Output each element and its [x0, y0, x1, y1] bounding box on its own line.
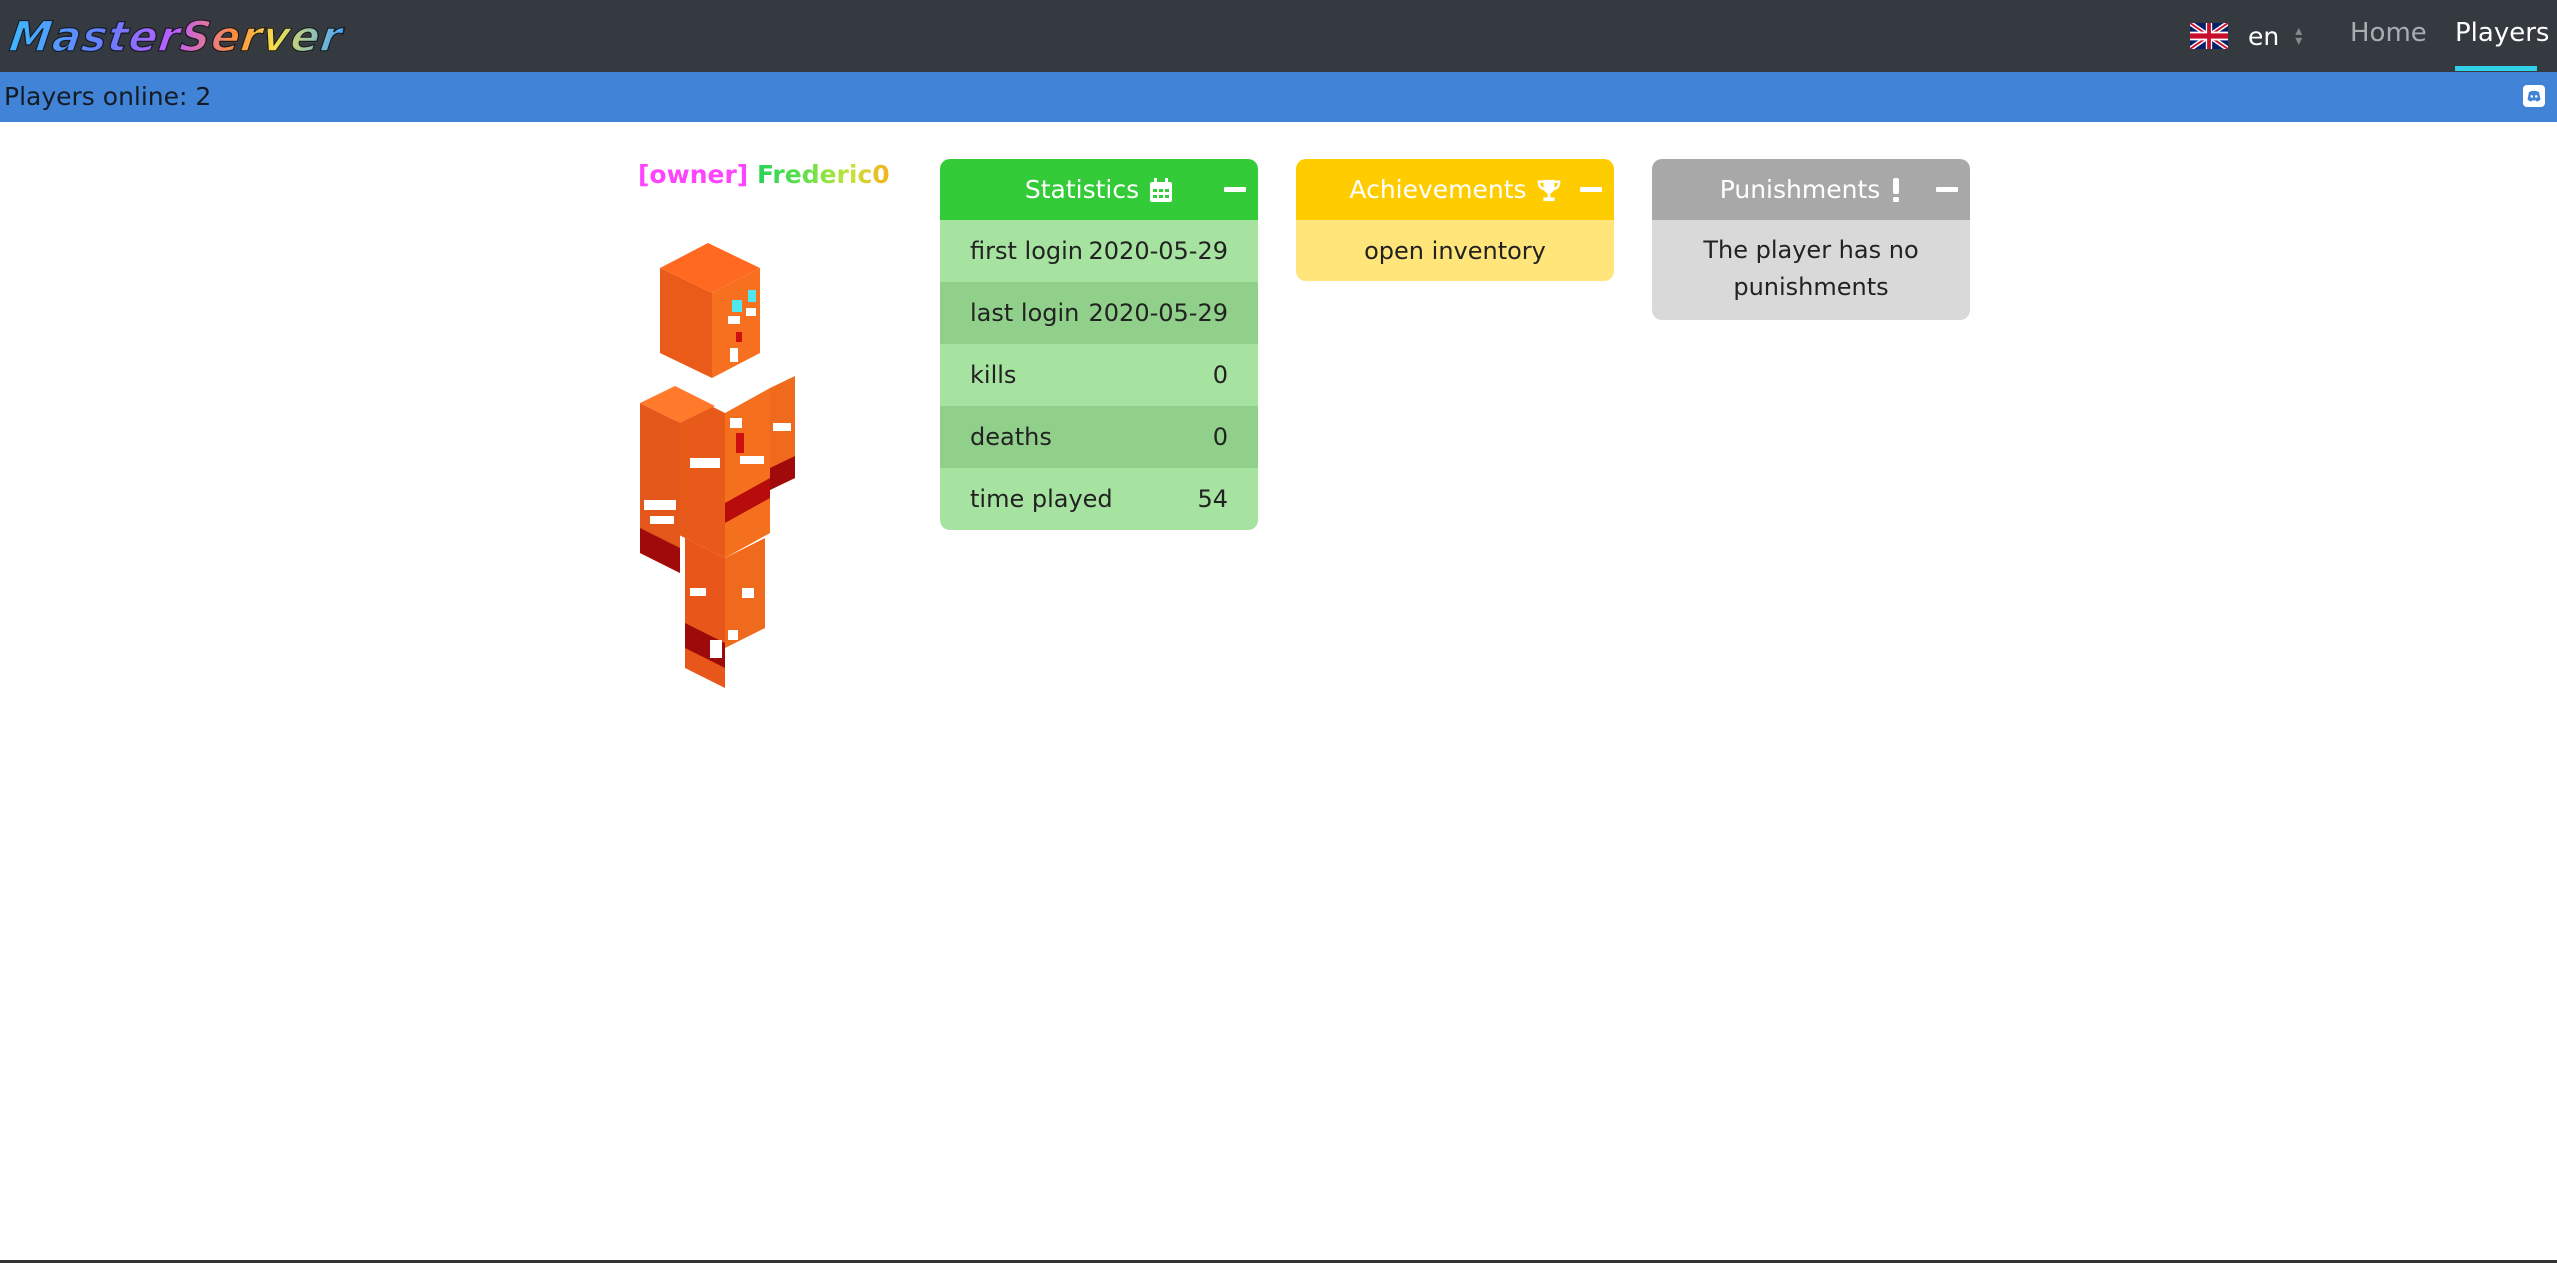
- site-logo[interactable]: MasterServer: [6, 11, 347, 62]
- open-inventory-label: open inventory: [1364, 236, 1546, 265]
- stat-row-kills: kills 0: [940, 344, 1258, 406]
- stat-value: 0: [1212, 361, 1228, 389]
- statistics-card: Statistics first login 2020-05-29 last l…: [940, 159, 1258, 530]
- nav-players-link[interactable]: Players: [2455, 18, 2549, 48]
- stat-label: deaths: [970, 423, 1052, 451]
- stat-value: 54: [1197, 485, 1228, 513]
- language-selector[interactable]: en ▴ ▾: [2190, 20, 2302, 52]
- uk-flag-icon: [2190, 23, 2228, 49]
- player-skin-render: [640, 243, 795, 688]
- punishments-card: Punishments The player has no punishment…: [1652, 159, 1970, 320]
- players-online-bar: Players online: 2: [0, 72, 2557, 122]
- stat-label: kills: [970, 361, 1017, 389]
- active-tab-indicator: [2455, 66, 2537, 71]
- punishments-collapse-button[interactable]: [1928, 173, 1966, 205]
- player-name-heading: [owner] Frederic0: [638, 160, 890, 189]
- top-navbar: MasterServer en ▴ ▾ Home Players: [0, 0, 2557, 72]
- select-caret-icon: ▴ ▾: [2295, 23, 2303, 49]
- stat-row-deaths: deaths 0: [940, 406, 1258, 468]
- discord-icon[interactable]: [2522, 84, 2546, 108]
- trophy-icon: [1537, 179, 1560, 201]
- achievements-collapse-button[interactable]: [1572, 173, 1610, 205]
- stat-label: time played: [970, 485, 1113, 513]
- punishments-header: Punishments: [1652, 159, 1970, 220]
- calendar-icon: [1150, 177, 1173, 202]
- statistics-header: Statistics: [940, 159, 1258, 220]
- no-punishments-message: The player has no punishments: [1652, 220, 1970, 320]
- statistics-collapse-button[interactable]: [1216, 173, 1254, 205]
- stat-value: 2020-05-29: [1088, 299, 1228, 327]
- stat-label: last login: [970, 299, 1080, 327]
- stat-value: 0: [1212, 423, 1228, 451]
- achievements-header: Achievements: [1296, 159, 1614, 220]
- players-online-text: Players online: 2: [4, 82, 212, 111]
- player-name: Frederic0: [756, 160, 890, 189]
- stat-row-time-played: time played 54: [940, 468, 1258, 530]
- stat-value: 2020-05-29: [1088, 237, 1228, 265]
- achievements-card: Achievements open inventory: [1296, 159, 1614, 281]
- language-label: en: [2248, 21, 2280, 51]
- stat-label: first login: [970, 237, 1083, 265]
- open-inventory-button[interactable]: open inventory: [1296, 220, 1614, 281]
- statistics-title: Statistics: [1024, 175, 1140, 204]
- achievements-title: Achievements: [1349, 175, 1527, 204]
- nav-home-link[interactable]: Home: [2350, 18, 2427, 48]
- stat-row-last-login: last login 2020-05-29: [940, 282, 1258, 344]
- punishments-title: Punishments: [1719, 175, 1881, 204]
- player-rank: [owner]: [638, 160, 749, 189]
- exclamation-icon: [1893, 177, 1900, 202]
- stat-row-first-login: first login 2020-05-29: [940, 220, 1258, 282]
